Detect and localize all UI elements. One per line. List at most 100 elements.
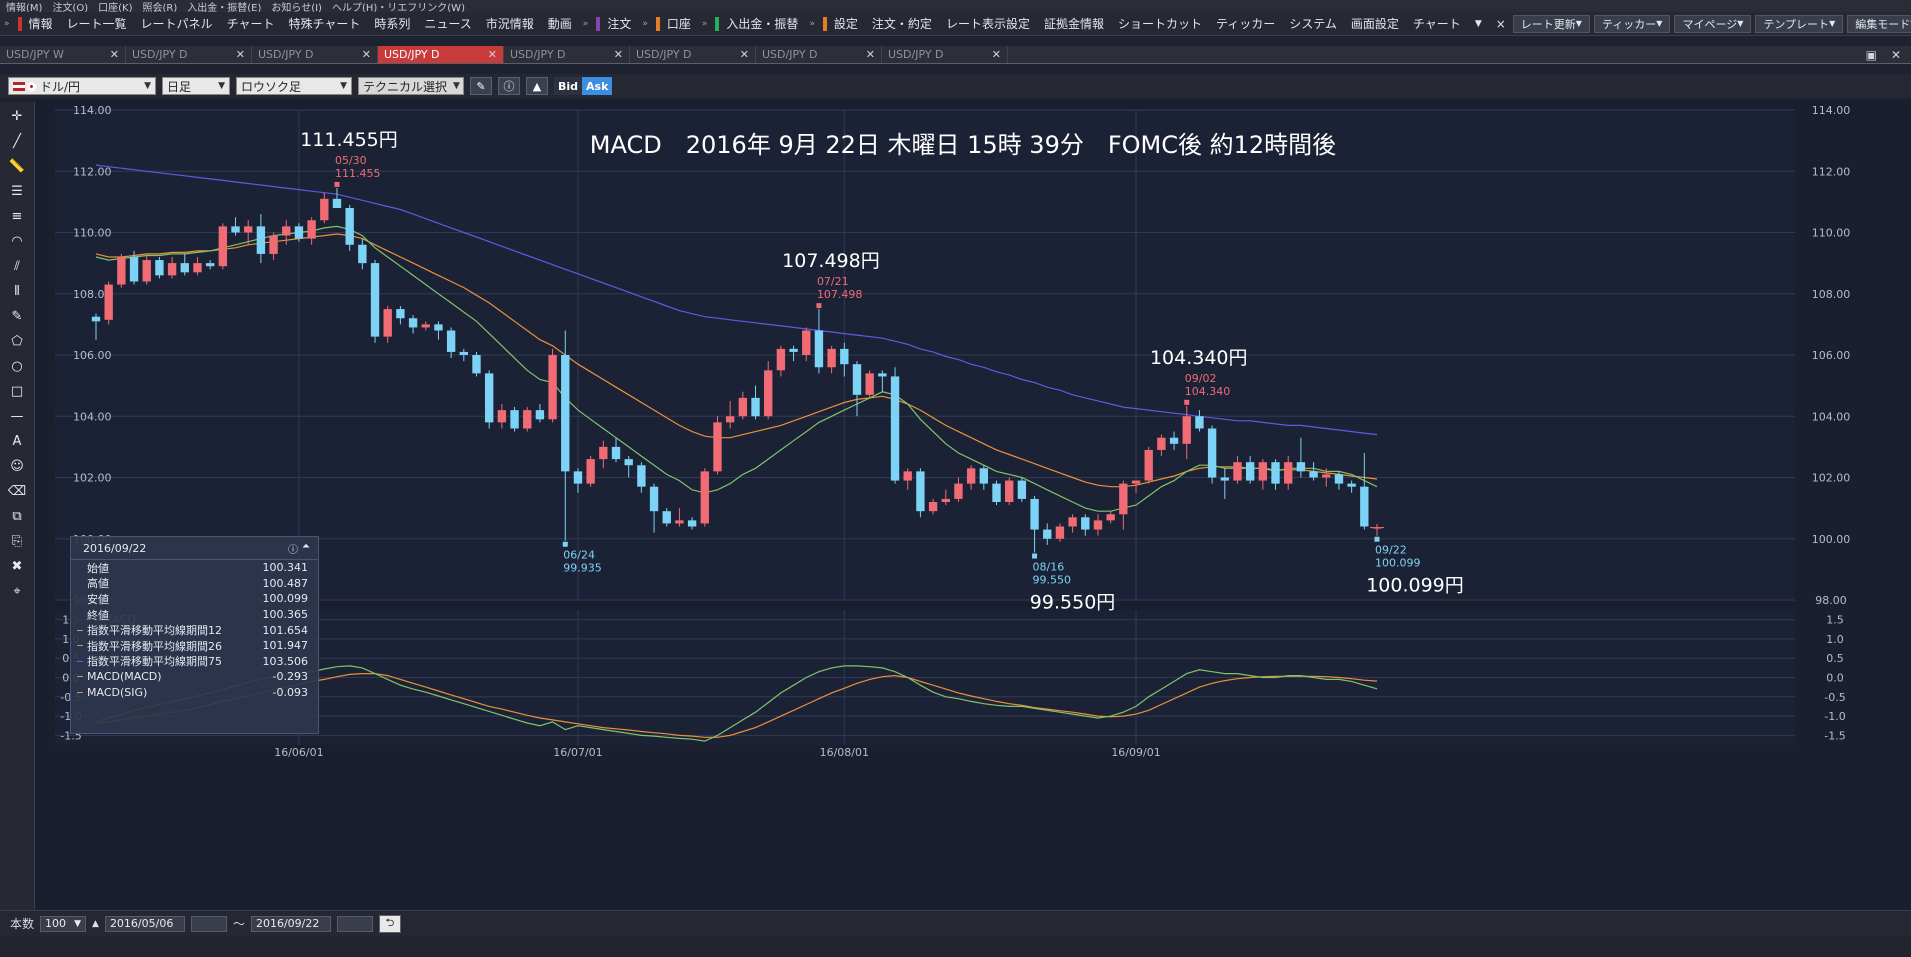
close-tab-icon[interactable]: ✕ xyxy=(614,48,623,61)
toolbar-dropdown[interactable]: ティッカー ▼ xyxy=(1593,14,1671,33)
range-bar: 本数 100 ▼ ▲ 2016/05/06 ～ 2016/09/22 ⮌ xyxy=(0,910,1911,936)
bid-ask-toggle[interactable]: Bid Ask xyxy=(554,77,613,95)
paste-icon[interactable]: ⎘ xyxy=(5,530,29,552)
chart-tab[interactable]: USD/JPY D ✕ xyxy=(630,46,756,63)
tag-icon[interactable]: ⌖ xyxy=(5,580,29,602)
price-chart[interactable]: 114.00 114.00 112.00 112.00 110.00 110.00 108.… xyxy=(35,100,1911,910)
mountain-chart-button[interactable]: ▲ xyxy=(526,77,548,95)
chart-area[interactable]: 114.00 114.00 112.00 112.00 110.00 110.00 108.… xyxy=(35,100,1911,910)
collapse-icon[interactable]: ⏶ xyxy=(302,541,310,556)
close-tab-icon[interactable]: ✕ xyxy=(992,48,1001,61)
toolbar-item[interactable]: システム xyxy=(1282,15,1344,32)
close-tab-icon[interactable]: ✕ xyxy=(866,48,875,61)
close-tab-icon[interactable]: ✕ xyxy=(110,48,119,61)
count-select[interactable]: 100 ▼ xyxy=(40,915,87,932)
date-to-input[interactable]: 2016/09/22 xyxy=(250,915,331,932)
menu-item[interactable]: ヘルプ(H)・リエフリンク(W) xyxy=(332,0,465,13)
close-icon[interactable]: × xyxy=(1489,17,1513,31)
date-from-input[interactable]: 2016/05/06 xyxy=(104,915,185,932)
chevron-down-icon: ▼ xyxy=(1737,19,1744,28)
toolbar-dropdown[interactable]: マイページ ▼ xyxy=(1674,14,1752,33)
toolbar-item[interactable]: 特殊チャート xyxy=(281,15,367,32)
toolbar-item[interactable]: ティッカー xyxy=(1209,15,1282,32)
fan-icon[interactable]: ⫽ xyxy=(5,255,29,277)
menu-item[interactable]: 情報(M) xyxy=(6,0,42,13)
chart-tab[interactable]: USD/JPY D ✕ xyxy=(252,46,378,63)
gann-icon[interactable]: ⦀ xyxy=(5,280,29,302)
toolbar-item[interactable]: 情報 xyxy=(22,15,60,32)
close-tab-icon[interactable]: ✕ xyxy=(236,48,245,61)
bid-button[interactable]: Bid xyxy=(554,77,583,95)
toolbar-item[interactable]: レートパネル xyxy=(134,15,220,32)
chart-style-select[interactable]: ロウソク足 ▼ xyxy=(236,77,352,95)
info-icon[interactable]: ⓘ xyxy=(288,541,298,556)
time-to-input[interactable] xyxy=(336,915,373,932)
chart-tab[interactable]: USD/JPY D ✕ xyxy=(882,46,1008,63)
hlines-icon[interactable]: ☰ xyxy=(5,180,29,202)
menu-item[interactable]: 口座(K) xyxy=(98,0,132,13)
menu-item[interactable]: 照会(R) xyxy=(143,0,178,13)
text-icon[interactable]: A xyxy=(5,430,29,452)
reset-range-button[interactable]: ⮌ xyxy=(378,914,401,933)
arc-icon[interactable]: ◠ xyxy=(5,230,29,252)
close-window-icon[interactable]: ✕ xyxy=(1891,48,1901,62)
close-tab-icon[interactable]: ✕ xyxy=(740,48,749,61)
toolbar-item[interactable]: ショートカット xyxy=(1111,15,1209,32)
ask-button[interactable]: Ask xyxy=(582,77,613,95)
toolbar-item[interactable]: 口座 xyxy=(660,15,698,32)
toolbar-item[interactable]: 入出金・振替 xyxy=(719,15,805,32)
technical-select[interactable]: テクニカル選択 ▼ xyxy=(358,77,464,95)
chart-tab[interactable]: USD/JPY D ✕ xyxy=(756,46,882,63)
hline-icon[interactable]: — xyxy=(5,405,29,427)
toolbar-item[interactable]: 設定 xyxy=(827,15,865,32)
toolbar-item[interactable]: チャート xyxy=(220,15,282,32)
toolbar-item[interactable]: レート一覧 xyxy=(60,15,134,32)
chart-tab[interactable]: USD/JPY D ✕ xyxy=(504,46,630,63)
toolbar-dropdown[interactable]: レート更新 ▼ xyxy=(1512,14,1590,33)
step-up-icon[interactable]: ▲ xyxy=(92,919,99,929)
marker-date: 09/22 xyxy=(1375,544,1407,557)
crosshair-icon[interactable]: ✛ xyxy=(5,105,29,127)
chevron-down-icon[interactable]: ▼ xyxy=(1468,19,1489,29)
menu-item[interactable]: お知らせ(I) xyxy=(271,0,322,13)
chart-tab[interactable]: USD/JPY D ✕ xyxy=(126,46,252,63)
toolbar-item[interactable]: 注文・約定 xyxy=(865,15,939,32)
currency-pair-select[interactable]: ドル/円 ▼ xyxy=(8,77,156,95)
emoji-icon[interactable]: ☺ xyxy=(5,455,29,477)
toolbar-dropdown[interactable]: 編集モード ▼ xyxy=(1847,14,1911,33)
info-button[interactable]: ⓘ xyxy=(498,77,520,95)
circle-icon[interactable]: ○ xyxy=(5,355,29,377)
delete-icon[interactable]: ✖ xyxy=(5,555,29,577)
toolbar-item[interactable]: チャート xyxy=(1406,15,1468,32)
copy-icon[interactable]: ⧉ xyxy=(5,505,29,527)
menu-item[interactable]: 入出金・振替(E) xyxy=(187,0,261,13)
candle-body xyxy=(1169,437,1179,444)
toolbar-item[interactable]: 証拠金情報 xyxy=(1037,15,1111,32)
toolbar-item[interactable]: ニュース xyxy=(417,15,478,32)
channel-icon[interactable]: ≡ xyxy=(5,205,29,227)
close-tab-icon[interactable]: ✕ xyxy=(362,48,371,61)
rectangle-icon[interactable]: □ xyxy=(5,380,29,402)
ruler-icon[interactable]: 📏 xyxy=(5,155,29,177)
eraser-icon[interactable]: ⌫ xyxy=(5,480,29,502)
close-tab-icon[interactable]: ✕ xyxy=(488,48,497,61)
toolbar-item[interactable]: 市況情報 xyxy=(479,15,541,32)
period-select[interactable]: 日足 ▼ xyxy=(162,77,230,95)
maximize-icon[interactable]: ▣ xyxy=(1866,48,1877,62)
toolbar-item[interactable]: 注文 xyxy=(600,15,638,32)
toolbar-item[interactable]: 画面設定 xyxy=(1344,15,1406,32)
pencil-icon[interactable]: ✎ xyxy=(5,305,29,327)
candle-body xyxy=(1106,514,1115,521)
toolbar-dropdown[interactable]: テンプレート ▼ xyxy=(1755,14,1844,33)
draw-pen-button[interactable]: ✎ xyxy=(470,77,492,95)
macd-tick-right: 0.0 xyxy=(1826,672,1844,685)
line-icon[interactable]: ╱ xyxy=(5,130,29,152)
time-from-input[interactable] xyxy=(190,915,227,932)
toolbar-item[interactable]: 動画 xyxy=(541,15,579,32)
chart-tab[interactable]: USD/JPY D ✕ xyxy=(378,46,504,63)
toolbar-item[interactable]: レート表示設定 xyxy=(939,15,1037,32)
toolbar-item[interactable]: 時系列 xyxy=(367,15,417,32)
chart-tab[interactable]: USD/JPY W ✕ xyxy=(0,46,126,63)
menu-item[interactable]: 注文(O) xyxy=(52,0,88,13)
pentagon-icon[interactable]: ⬠ xyxy=(5,330,29,352)
